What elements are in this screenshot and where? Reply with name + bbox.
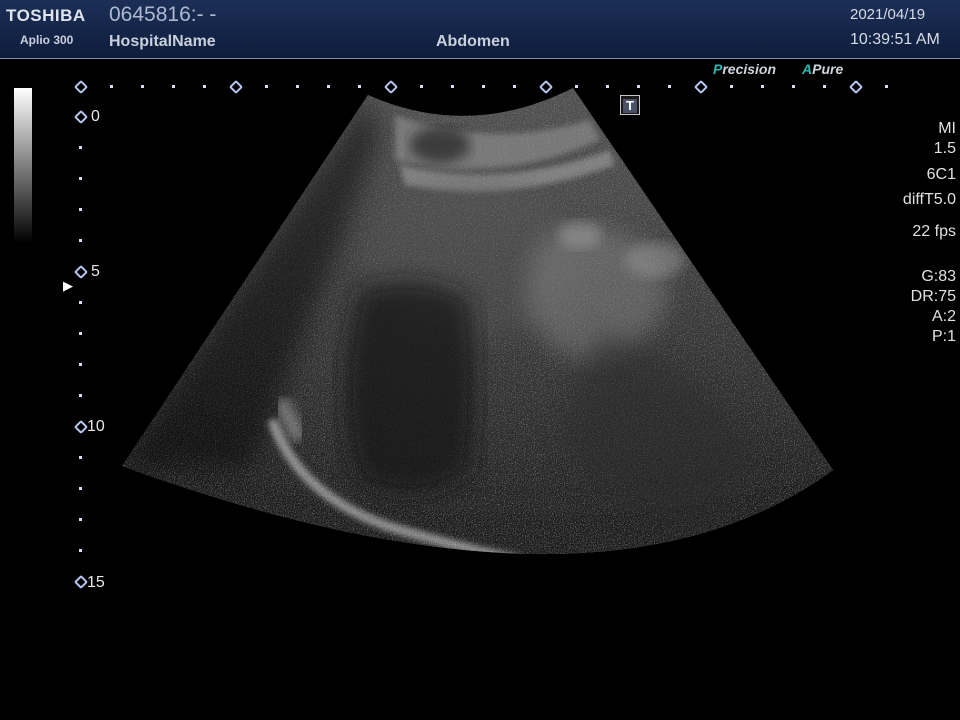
- depth-label-15: 15: [87, 574, 105, 591]
- lateral-minor-tick: [761, 85, 764, 88]
- lateral-minor-tick: [482, 85, 485, 88]
- param-mode: diffT5.0: [902, 191, 956, 208]
- depth-label-10: 10: [87, 418, 105, 435]
- lateral-minor-tick: [606, 85, 609, 88]
- param-dynamic-range: DR:75: [910, 288, 956, 305]
- param-probe: 6C1: [926, 166, 956, 183]
- tgc-button[interactable]: T: [620, 95, 640, 115]
- depth-minor-tick: [79, 549, 82, 552]
- depth-minor-tick: [79, 394, 82, 397]
- lateral-minor-tick: [203, 85, 206, 88]
- lateral-minor-tick: [575, 85, 578, 88]
- depth-label-0: 0: [91, 108, 100, 125]
- lateral-minor-tick: [296, 85, 299, 88]
- lateral-minor-tick: [823, 85, 826, 88]
- depth-minor-tick: [79, 146, 82, 149]
- focus-marker-icon[interactable]: ▶: [63, 278, 73, 294]
- depth-minor-tick: [79, 208, 82, 211]
- tgc-button-label: T: [623, 99, 637, 113]
- lateral-minor-tick: [792, 85, 795, 88]
- param-mi-value: 1.5: [933, 140, 956, 157]
- depth-minor-tick: [79, 332, 82, 335]
- depth-minor-tick: [79, 177, 82, 180]
- grayscale-bar: [14, 88, 32, 243]
- lateral-minor-tick: [513, 85, 516, 88]
- param-fps: 22 fps: [912, 223, 956, 240]
- depth-minor-tick: [79, 518, 82, 521]
- param-p: P:1: [931, 328, 956, 345]
- param-mi-label: MI: [938, 120, 956, 137]
- ultrasound-image: [122, 88, 833, 555]
- depth-label-5: 5: [91, 263, 100, 280]
- lateral-minor-tick: [451, 85, 454, 88]
- lateral-minor-tick: [420, 85, 423, 88]
- depth-minor-tick: [79, 301, 82, 304]
- lateral-minor-tick: [637, 85, 640, 88]
- depth-minor-tick: [79, 456, 82, 459]
- lateral-minor-tick: [885, 85, 888, 88]
- lateral-minor-tick: [265, 85, 268, 88]
- lateral-minor-tick: [668, 85, 671, 88]
- lateral-minor-tick: [172, 85, 175, 88]
- lateral-minor-tick: [327, 85, 330, 88]
- param-gain: G:83: [921, 268, 956, 285]
- param-a: A:2: [931, 308, 956, 325]
- lateral-minor-tick: [141, 85, 144, 88]
- lateral-minor-tick: [358, 85, 361, 88]
- lateral-minor-tick: [110, 85, 113, 88]
- depth-minor-tick: [79, 363, 82, 366]
- lateral-minor-tick: [730, 85, 733, 88]
- depth-minor-tick: [79, 487, 82, 490]
- depth-minor-tick: [79, 239, 82, 242]
